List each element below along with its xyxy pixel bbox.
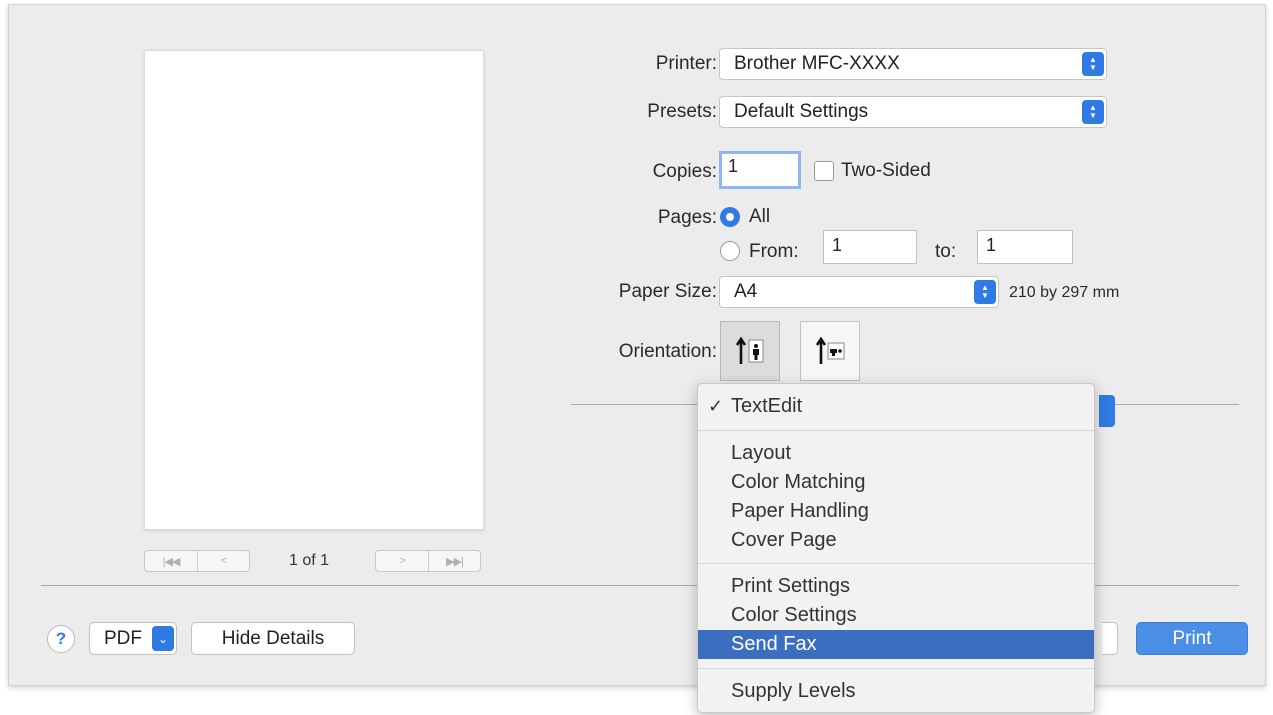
menu-item-label: TextEdit [731,395,803,417]
pager-back-group: |◀◀ < [144,550,250,572]
previous-page-button[interactable]: < [197,551,249,571]
portrait-orientation-button[interactable] [720,321,780,381]
pages-from-field[interactable]: 1 [823,230,917,264]
menu-item-color-settings[interactable]: Color Settings [698,601,1094,630]
paper-size-label: Paper Size: [618,281,717,302]
landscape-orientation-button[interactable] [800,321,860,381]
menu-item-label: Layout [731,442,792,464]
paper-dimensions: 210 by 297 mm [1009,284,1120,301]
checkmark-icon: ✓ [708,396,724,416]
updown-arrows-icon: ▲ ▼ [974,280,996,304]
section-divider-right [1109,404,1239,405]
pdf-menu-button[interactable]: PDF ⌄ [89,622,177,655]
section-divider-left [571,404,701,405]
pages-all-label: All [749,206,771,227]
menu-item-label: Supply Levels [731,680,856,702]
updown-arrows-icon: ▲ ▼ [1082,52,1104,76]
next-page-button[interactable]: > [376,551,428,571]
pages-label: Pages: [657,207,717,228]
updown-arrows-icon: ▲ ▼ [1082,100,1104,124]
menu-separator [698,668,1094,669]
paper-size-popup[interactable]: A4 ▲ ▼ [719,276,999,308]
page-indicator: 1 of 1 [289,552,330,569]
presets-popup[interactable]: Default Settings ▲ ▼ [719,96,1107,128]
hide-details-label: Hide Details [221,627,325,649]
presets-label: Presets: [647,101,717,122]
copies-field[interactable]: 1 [719,151,801,189]
pages-to-field[interactable]: 1 [977,230,1073,264]
print-button[interactable]: Print [1136,622,1248,655]
menu-separator [698,563,1094,564]
orientation-label: Orientation: [618,341,717,362]
menu-item-print-settings[interactable]: Print Settings [698,572,1094,601]
two-sided-checkbox[interactable] [814,161,834,181]
pages-from-label: From: [749,241,799,262]
first-page-icon: |◀◀ [162,555,181,568]
pdf-label: PDF [104,627,142,649]
menu-item-paper-handling[interactable]: Paper Handling [698,497,1094,526]
menu-item-layout[interactable]: Layout [698,439,1094,468]
menu-separator [698,430,1094,431]
menu-item-label: Print Settings [731,575,850,597]
help-icon: ? [55,629,67,648]
chevron-right-icon: > [399,555,406,567]
hide-details-button[interactable]: Hide Details [191,622,355,655]
last-page-button[interactable]: ▶▶| [428,551,480,571]
printer-label: Printer: [655,53,717,74]
pager-forward-group: > ▶▶| [375,550,481,572]
menu-item-label: Color Settings [731,604,857,626]
menu-item-supply-levels[interactable]: Supply Levels [698,677,1094,706]
chevron-down-icon: ⌄ [152,626,174,651]
cancel-button[interactable] [1102,622,1118,655]
last-page-icon: ▶▶| [446,555,464,568]
menu-item-label: Paper Handling [731,500,869,522]
presets-value: Default Settings [734,101,869,122]
printer-value: Brother MFC-XXXX [734,53,900,74]
app-menu-popup-stepper[interactable] [1099,395,1115,427]
landscape-icon [815,336,845,364]
paper-size-value: A4 [734,281,758,302]
printer-popup[interactable]: Brother MFC-XXXX ▲ ▼ [719,48,1107,80]
page-preview [144,50,484,530]
menu-item-send-fax[interactable]: Send Fax [698,630,1094,659]
menu-item-color-matching[interactable]: Color Matching [698,468,1094,497]
pages-to-label: to: [935,241,957,262]
pages-from-radio[interactable] [720,241,740,261]
menu-item-cover-page[interactable]: Cover Page [698,526,1094,555]
app-options-menu: ✓ TextEdit Layout Color Matching Paper H… [697,383,1095,713]
pages-all-radio[interactable] [720,207,740,227]
first-page-button[interactable]: |◀◀ [145,551,197,571]
copies-label: Copies: [652,161,717,182]
chevron-left-icon: < [220,555,228,567]
menu-item-label: Cover Page [731,529,837,551]
help-button[interactable]: ? [47,625,75,653]
two-sided-label: Two-Sided [841,160,931,181]
menu-item-label: Send Fax [731,633,817,655]
portrait-icon [735,336,764,364]
menu-item-textedit[interactable]: ✓ TextEdit [698,392,1094,421]
menu-item-label: Color Matching [731,471,866,493]
print-label: Print [1172,627,1212,649]
